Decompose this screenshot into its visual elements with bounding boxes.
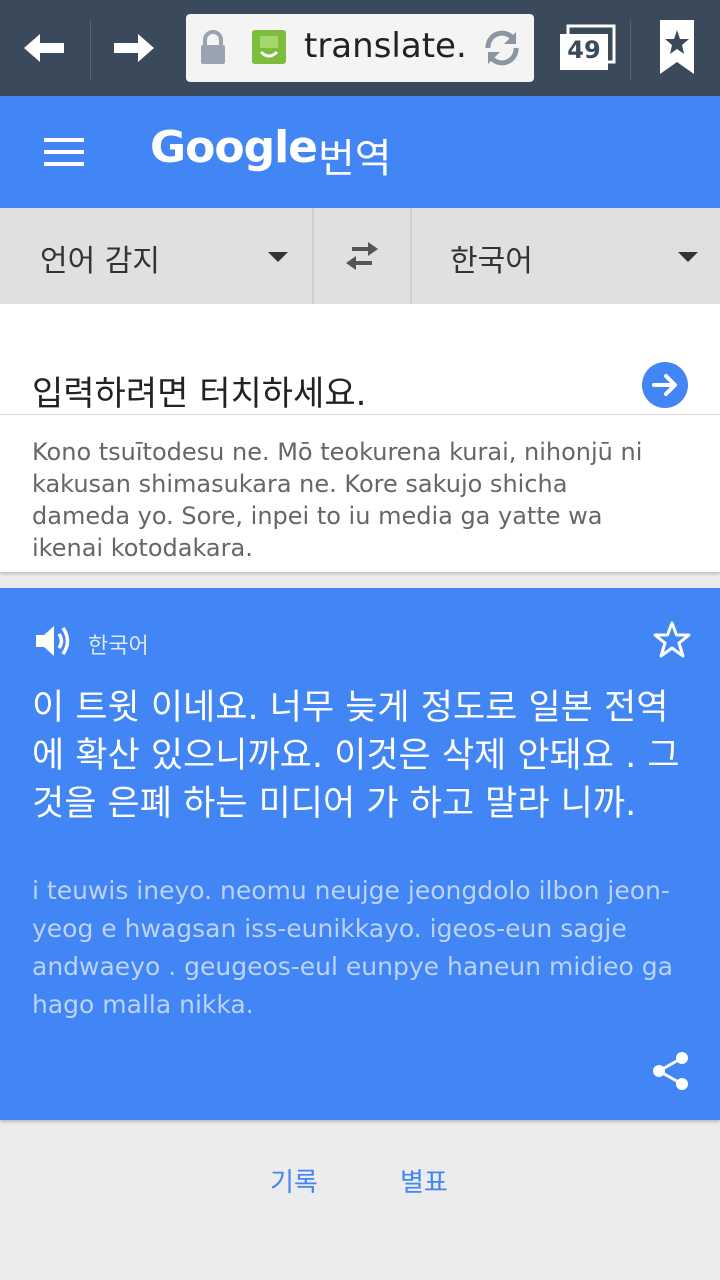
source-language-selector[interactable]: 언어 감지: [0, 208, 310, 304]
share-icon[interactable]: [650, 1050, 692, 1092]
bookmark-button[interactable]: [640, 18, 712, 78]
source-romanization: Kono tsuītodesu ne. Mō teokurena kurai, …: [32, 438, 643, 562]
browser-toolbar: translate.g 49: [0, 0, 720, 96]
google-logo: Google: [150, 122, 318, 173]
starred-link[interactable]: 별표: [400, 1162, 448, 1199]
result-language-label: 한국어: [88, 634, 149, 659]
caret-down-icon: [268, 252, 288, 262]
tab-count: 49: [567, 36, 601, 64]
language-bar: 언어 감지 한국어: [0, 208, 720, 305]
arrow-right-circle-icon: [652, 374, 677, 396]
caret-down-icon: [678, 252, 698, 262]
swap-languages-button[interactable]: [312, 208, 412, 304]
input-divider: [0, 414, 720, 415]
translation-result-card: 한국어 이 트윗 이네요. 너무 늦게 정도로 일본 전역 에 확산 있으니까요…: [0, 588, 720, 1120]
lock-icon: [201, 30, 225, 64]
translation-romanization: i teuwis ineyo. neomu neujge jeongdolo i…: [32, 876, 673, 1019]
app-title: 번역: [318, 136, 392, 182]
translate-go-button[interactable]: [642, 362, 688, 408]
target-language-selector[interactable]: 한국어: [410, 208, 720, 304]
url-text: translate.g: [304, 26, 464, 66]
toolbar-divider: [630, 20, 631, 80]
swap-arrows-icon: [346, 242, 378, 270]
speaker-icon[interactable]: [34, 622, 74, 660]
translation-text: 이 트윗 이네요. 너무 늦게 정도로 일본 전역 에 확산 있으니까요. 이것…: [32, 688, 680, 824]
address-bar[interactable]: translate.g: [186, 14, 534, 82]
bookmark-star-icon: [660, 20, 694, 74]
back-button[interactable]: [0, 0, 88, 96]
arrow-right-icon: [114, 34, 154, 62]
input-field[interactable]: 입력하려면 터치하세요.: [32, 366, 366, 415]
site-favicon: [252, 30, 286, 64]
history-link[interactable]: 기록: [270, 1162, 318, 1199]
reload-icon[interactable]: [480, 26, 524, 70]
star-icon[interactable]: [652, 620, 692, 660]
hamburger-menu-icon[interactable]: [44, 138, 84, 166]
app-header: Google 번역: [0, 96, 720, 208]
arrow-left-icon: [24, 34, 64, 62]
forward-button[interactable]: [90, 0, 178, 96]
input-card: 입력하려면 터치하세요. Kono tsuītodesu ne. Mō teok…: [0, 304, 720, 572]
favicon-mark-icon: [259, 36, 279, 58]
tabs-button[interactable]: 49: [556, 24, 616, 72]
target-language-label: 한국어: [450, 244, 533, 279]
source-language-label: 언어 감지: [40, 244, 160, 279]
